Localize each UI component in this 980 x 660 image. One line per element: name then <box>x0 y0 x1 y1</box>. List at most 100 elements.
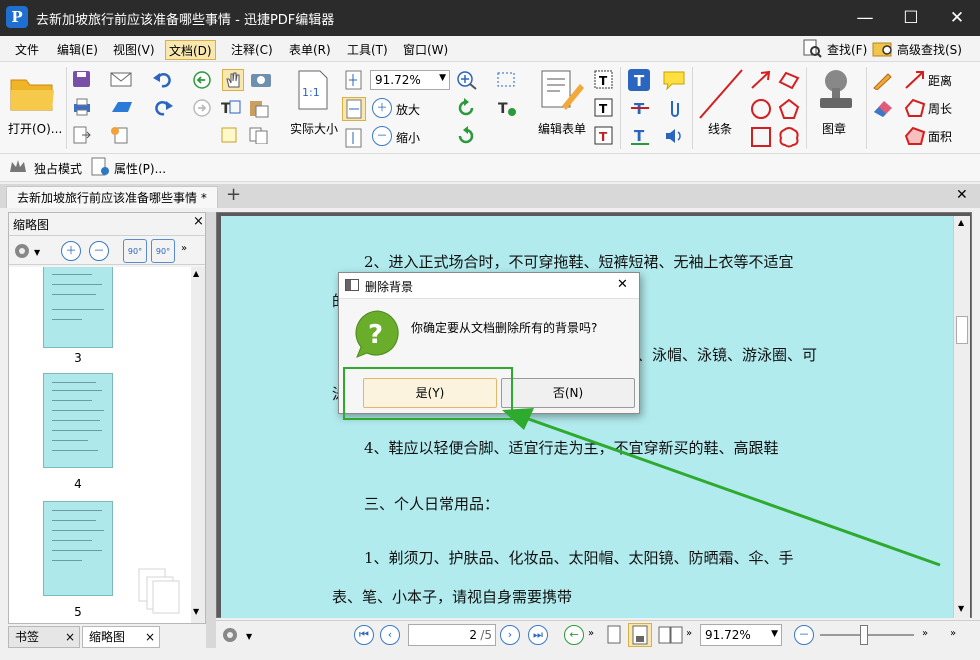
edit-form-button[interactable]: 编辑表单 <box>538 120 586 137</box>
zoom-in-icon[interactable]: ＋ <box>372 98 392 118</box>
text-box-icon[interactable]: T <box>594 70 614 89</box>
forward-icon[interactable] <box>192 98 212 117</box>
maximize-button[interactable]: ☐ <box>888 0 934 36</box>
thumbnail-scrollbar[interactable]: ▲ ▼ <box>191 267 205 623</box>
rotate-right-90-button[interactable]: 90° <box>151 239 175 263</box>
status-zoom-combo[interactable]: 91.72% ▼ <box>700 624 782 646</box>
menu-window[interactable]: 窗口(W) <box>400 40 451 60</box>
zoom-tool-icon[interactable] <box>456 70 478 93</box>
form-select-icon[interactable] <box>496 70 516 88</box>
menu-view[interactable]: 视图(V) <box>110 40 158 60</box>
zoom-out-button[interactable]: 缩小 <box>396 129 420 146</box>
thumbnail-page-3[interactable] <box>43 267 113 348</box>
status-zoom-out-icon[interactable]: － <box>794 625 814 645</box>
line-button[interactable]: 线条 <box>708 120 732 137</box>
snapshot-icon[interactable] <box>250 70 271 88</box>
fit-width-icon[interactable] <box>342 97 366 121</box>
cloud-icon[interactable] <box>778 126 799 148</box>
stamp-icon[interactable] <box>816 68 856 114</box>
close-window-button[interactable]: ✕ <box>934 0 980 36</box>
new-tab-button[interactable]: + <box>226 185 244 205</box>
single-page-icon[interactable] <box>606 625 622 648</box>
export-icon[interactable] <box>72 126 92 144</box>
scroll-up-icon[interactable]: ▲ <box>958 218 964 227</box>
area-button[interactable]: 面积 <box>928 128 952 145</box>
text-field-icon[interactable]: T <box>496 98 516 117</box>
zoom-more-chevron-icon[interactable]: » <box>922 628 928 639</box>
perimeter-icon[interactable] <box>904 98 926 117</box>
distance-button[interactable]: 距离 <box>928 72 952 89</box>
advanced-find-button[interactable]: 高级查找(S) <box>894 40 965 60</box>
edit-form-icon[interactable] <box>540 70 586 112</box>
next-page-icon[interactable]: › <box>500 625 520 645</box>
panel-close-button[interactable]: × <box>193 214 204 229</box>
rotate-left-icon[interactable] <box>456 98 476 121</box>
print-icon[interactable] <box>72 98 92 116</box>
dialog-close-button[interactable]: ✕ <box>617 277 628 292</box>
rotate-left-90-button[interactable]: 90° <box>123 239 147 263</box>
ellipse-icon[interactable] <box>750 98 771 119</box>
typewriter-icon[interactable]: T <box>594 98 614 117</box>
redo-icon[interactable] <box>152 98 173 116</box>
menu-tools[interactable]: 工具(T) <box>344 40 391 60</box>
sound-icon[interactable] <box>664 126 684 144</box>
document-tab[interactable]: 去新加坡旅行前应该准备哪些事情 * <box>6 186 218 208</box>
select-text-icon[interactable]: T <box>220 98 241 117</box>
eraser-icon[interactable] <box>872 98 892 117</box>
actual-size-icon[interactable]: 1:1 <box>296 70 330 110</box>
zoom-out-icon[interactable]: － <box>372 126 392 146</box>
callout-icon[interactable]: T <box>594 126 614 145</box>
exclusive-mode-button[interactable]: 独占模式 <box>34 160 82 177</box>
previous-page-icon[interactable]: ‹ <box>380 625 400 645</box>
distance-icon[interactable] <box>904 70 924 89</box>
bookmarks-tab[interactable]: 书签 × <box>8 626 80 648</box>
note-icon[interactable] <box>662 70 685 91</box>
thumbnail-page-5[interactable] <box>43 501 113 596</box>
last-page-icon[interactable]: ⏭ <box>528 625 548 645</box>
thumb-zoom-in-icon[interactable]: ＋ <box>61 241 81 261</box>
document-scrollbar[interactable]: ▲ ▼ <box>953 216 970 618</box>
menu-file[interactable]: 文件 <box>12 40 42 60</box>
pencil-icon[interactable] <box>872 70 892 91</box>
polygon-icon[interactable] <box>778 98 800 119</box>
open-folder-icon[interactable] <box>8 70 58 114</box>
menu-comment[interactable]: 注释(C) <box>228 40 276 60</box>
facing-pages-icon[interactable] <box>658 625 684 648</box>
add-text-icon[interactable]: T <box>628 69 650 91</box>
copy-icon[interactable] <box>248 126 268 145</box>
panel-splitter[interactable] <box>206 212 216 648</box>
rotate-right-icon[interactable] <box>456 126 476 149</box>
properties-button[interactable]: 属性(P)... <box>114 160 166 177</box>
page-number-field[interactable]: 2 /5 <box>408 624 496 646</box>
arrow-icon[interactable] <box>750 70 771 89</box>
zoom-combo[interactable]: 91.72% ▼ <box>370 70 450 90</box>
options-gear-icon[interactable]: ▼ <box>13 241 43 264</box>
fit-visible-icon[interactable] <box>344 128 364 148</box>
paste-icon[interactable] <box>248 98 269 118</box>
scroll-down-icon[interactable]: ▼ <box>958 604 964 613</box>
scroll-down-icon[interactable]: ▼ <box>193 607 199 616</box>
thumbnails-tab[interactable]: 缩略图 × <box>82 626 160 648</box>
zoom-in-button[interactable]: 放大 <box>396 101 420 118</box>
hand-tool-icon[interactable] <box>222 69 244 91</box>
scroll-up-icon[interactable]: ▲ <box>193 269 199 278</box>
menu-form[interactable]: 表单(R) <box>286 40 334 60</box>
back-icon[interactable] <box>192 70 212 89</box>
polyline-icon[interactable] <box>778 70 800 90</box>
thumb-zoom-out-icon[interactable]: － <box>89 241 109 261</box>
previous-view-icon[interactable]: ← <box>564 625 584 645</box>
save-icon[interactable] <box>72 70 92 88</box>
close-tab-button[interactable]: ✕ <box>956 187 968 203</box>
actual-size-label[interactable]: 实际大小 <box>290 120 338 137</box>
perimeter-button[interactable]: 周长 <box>928 100 952 117</box>
layout-chevron-icon[interactable]: » <box>686 628 692 639</box>
history-chevron-icon[interactable]: » <box>588 628 594 639</box>
scan-icon[interactable] <box>110 98 132 116</box>
strikeout-icon[interactable]: T <box>630 98 650 118</box>
fit-page-icon[interactable] <box>344 70 364 90</box>
undo-icon[interactable] <box>152 70 172 88</box>
menu-edit[interactable]: 编辑(E) <box>54 40 101 60</box>
settings-gear-icon[interactable]: ▼ <box>220 625 256 648</box>
open-button[interactable]: 打开(O)... <box>8 120 62 137</box>
resize-grip-icon[interactable]: » <box>950 628 956 639</box>
